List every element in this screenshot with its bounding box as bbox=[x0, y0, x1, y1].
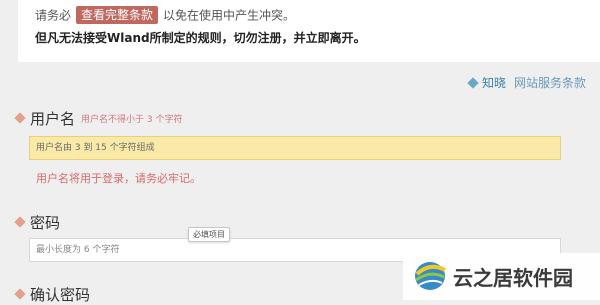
required-diamond-icon bbox=[14, 287, 26, 300]
confirm-password-label-row: 确认密码 bbox=[14, 284, 91, 305]
terms-suffix: 以免在使用中产生冲突。 bbox=[163, 8, 296, 23]
username-note: 用户名将用于登录，请务必牢记。 bbox=[36, 172, 201, 185]
watermark-logo-icon bbox=[415, 262, 446, 290]
agree-row: 知晓 网站服务条款 bbox=[467, 74, 586, 91]
required-diamond-icon bbox=[14, 111, 26, 124]
username-label-row: 用户名 用户名不得小于 3 个字符 bbox=[14, 108, 183, 129]
watermark: 云之居软件园 bbox=[403, 253, 600, 300]
username-hint: 用户名不得小于 3 个字符 bbox=[81, 115, 183, 125]
watermark-text: 云之居软件园 bbox=[453, 266, 573, 290]
password-label: 密码 bbox=[30, 214, 61, 232]
username-input[interactable]: 用户名由 3 到 15 个字符组成 bbox=[29, 136, 561, 160]
agree-label[interactable]: 知晓 bbox=[482, 76, 506, 90]
terms-panel: 请务必 查看完整条款 以免在使用中产生冲突。 但凡无法接受Wland所制定的规则，切… bbox=[18, 0, 600, 62]
password-label-row: 密码 bbox=[14, 212, 61, 233]
username-label: 用户名 bbox=[30, 110, 76, 128]
confirm-password-label: 确认密码 bbox=[30, 286, 91, 304]
diamond-bullet-icon bbox=[467, 76, 479, 89]
required-diamond-icon bbox=[14, 215, 26, 228]
view-full-terms-button[interactable]: 查看完整条款 bbox=[76, 6, 159, 24]
terms-prefix: 请务必 bbox=[35, 8, 72, 23]
terms-warning: 但凡无法接受Wland所制定的规则，切勿注册，并立即离开。 bbox=[35, 31, 366, 45]
required-tooltip: 必填项目 bbox=[188, 227, 230, 242]
terms-notice: 请务必 查看完整条款 以免在使用中产生冲突。 bbox=[35, 6, 295, 24]
service-terms-link[interactable]: 网站服务条款 bbox=[514, 76, 586, 90]
